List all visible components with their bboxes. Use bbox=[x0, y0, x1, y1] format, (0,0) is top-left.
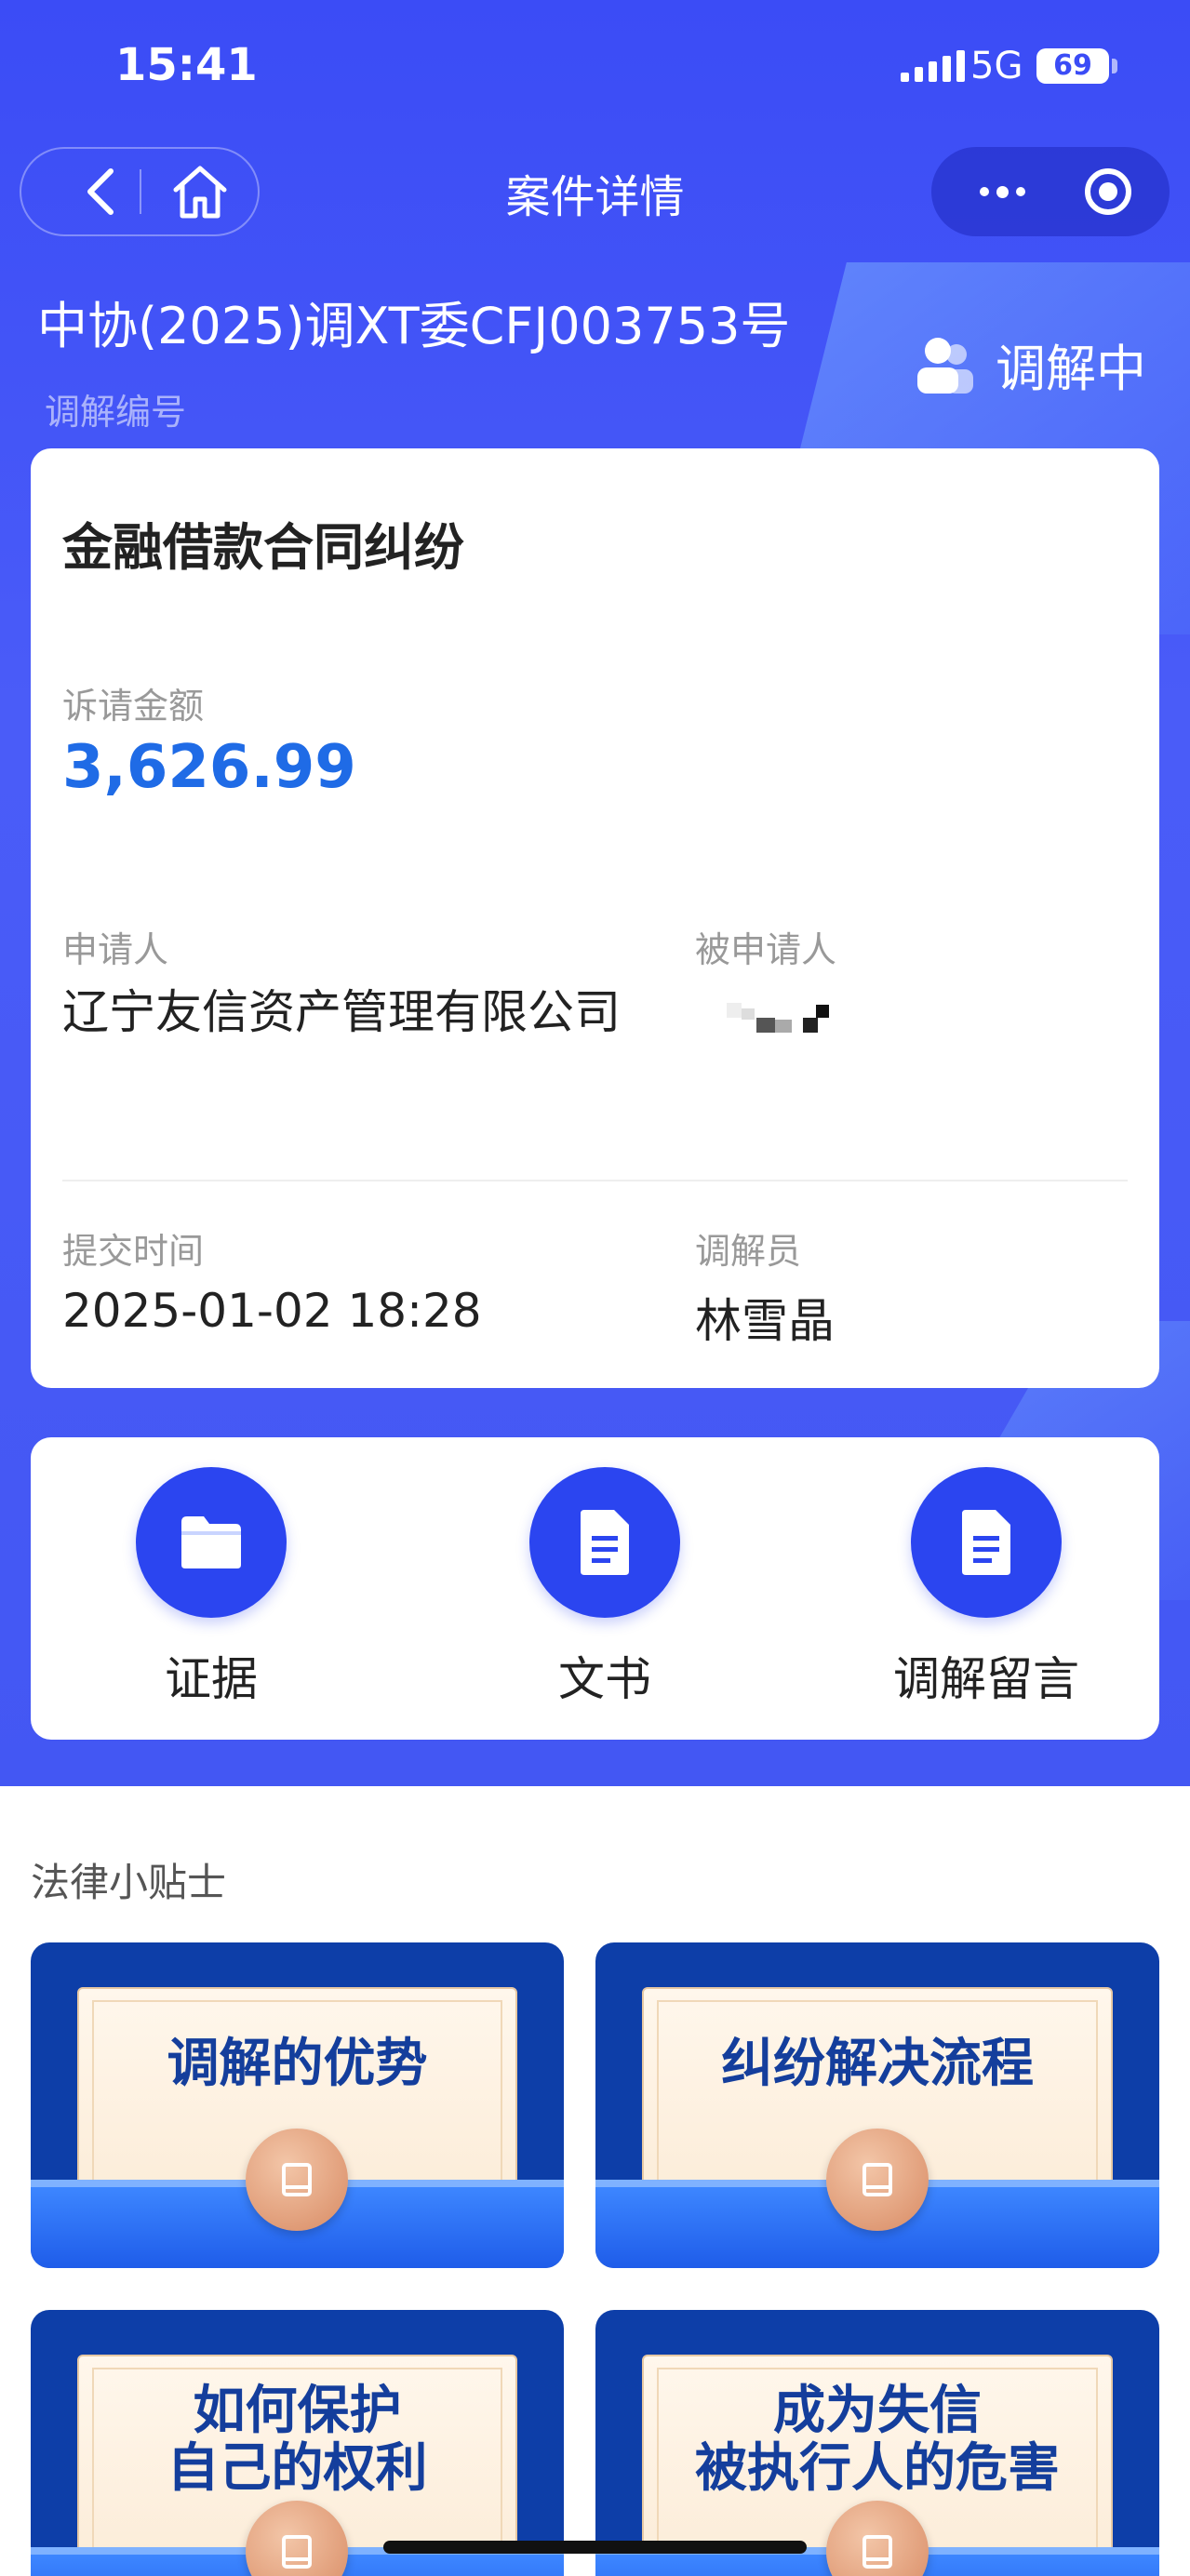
tip-card-protect-rights[interactable]: 如何保护 自己的权利 bbox=[31, 2310, 564, 2576]
respondent-name-redacted bbox=[723, 999, 829, 1036]
tip-title-line2: 被执行人的危害 bbox=[695, 2438, 1060, 2499]
action-card: 证据 文书 调解留言 bbox=[31, 1437, 1159, 1740]
case-number-label: 调解编号 bbox=[45, 392, 187, 433]
battery-tip bbox=[1112, 59, 1117, 73]
tip-card-dispute-process[interactable]: 纠纷解决流程 bbox=[595, 1942, 1159, 2268]
target-icon[interactable] bbox=[1085, 168, 1131, 215]
applicant-name: 辽宁友信资产管理有限公司 bbox=[62, 985, 621, 1039]
tip-title-line1: 成为失信 bbox=[773, 2381, 982, 2441]
document-icon bbox=[911, 1467, 1062, 1618]
status-badge: 调解中 bbox=[996, 340, 1146, 398]
status-time: 15:41 bbox=[115, 39, 258, 91]
evidence-button[interactable]: 证据 bbox=[109, 1467, 314, 1709]
divider bbox=[62, 1180, 1128, 1181]
applicant-label: 申请人 bbox=[62, 929, 169, 970]
case-type: 金融借款合同纠纷 bbox=[62, 518, 464, 577]
mediator-name: 林雪晶 bbox=[695, 1294, 835, 1348]
case-number: 中协(2025)调XT委CFJ003753号 bbox=[37, 297, 791, 355]
tip-title-line1: 如何保护 bbox=[193, 2381, 402, 2441]
case-status: 调解中 bbox=[914, 327, 1146, 401]
mini-program-capsule bbox=[931, 147, 1170, 236]
book-icon bbox=[246, 2129, 348, 2231]
mediator-label: 调解员 bbox=[695, 1231, 802, 1272]
home-indicator[interactable] bbox=[383, 2541, 807, 2554]
tip-title: 纠纷解决流程 bbox=[721, 2034, 1034, 2094]
tips-section-title: 法律小贴士 bbox=[31, 1860, 227, 1905]
documents-button[interactable]: 文书 bbox=[502, 1467, 707, 1709]
amount-label: 诉请金额 bbox=[62, 686, 205, 727]
tip-card-dishonest-debtor-harm[interactable]: 成为失信 被执行人的危害 bbox=[595, 2310, 1159, 2576]
mediation-message-button[interactable]: 调解留言 bbox=[884, 1467, 1089, 1709]
tip-card-mediation-advantages[interactable]: 调解的优势 bbox=[31, 1942, 564, 2268]
claim-amount: 3,626.99 bbox=[62, 733, 356, 802]
tip-title-line2: 自己的权利 bbox=[167, 2438, 428, 2499]
signal-icon bbox=[901, 50, 965, 82]
folder-icon bbox=[136, 1467, 287, 1618]
mediation-message-label: 调解留言 bbox=[893, 1652, 1079, 1706]
tip-title: 调解的优势 bbox=[167, 2034, 428, 2094]
documents-label: 文书 bbox=[558, 1652, 651, 1706]
evidence-label: 证据 bbox=[165, 1652, 258, 1706]
document-icon bbox=[529, 1467, 680, 1618]
user-group-icon bbox=[917, 337, 973, 394]
more-dots-icon[interactable] bbox=[965, 147, 1039, 236]
respondent-label: 被申请人 bbox=[695, 929, 837, 970]
submit-time: 2025-01-02 18:28 bbox=[62, 1284, 482, 1338]
network-type: 5G bbox=[970, 45, 1023, 87]
battery-icon: 69 bbox=[1036, 48, 1109, 84]
case-info-card: 金融借款合同纠纷 诉请金额 3,626.99 申请人 辽宁友信资产管理有限公司 … bbox=[31, 448, 1159, 1388]
book-icon bbox=[826, 2129, 929, 2231]
submit-time-label: 提交时间 bbox=[62, 1231, 205, 1272]
